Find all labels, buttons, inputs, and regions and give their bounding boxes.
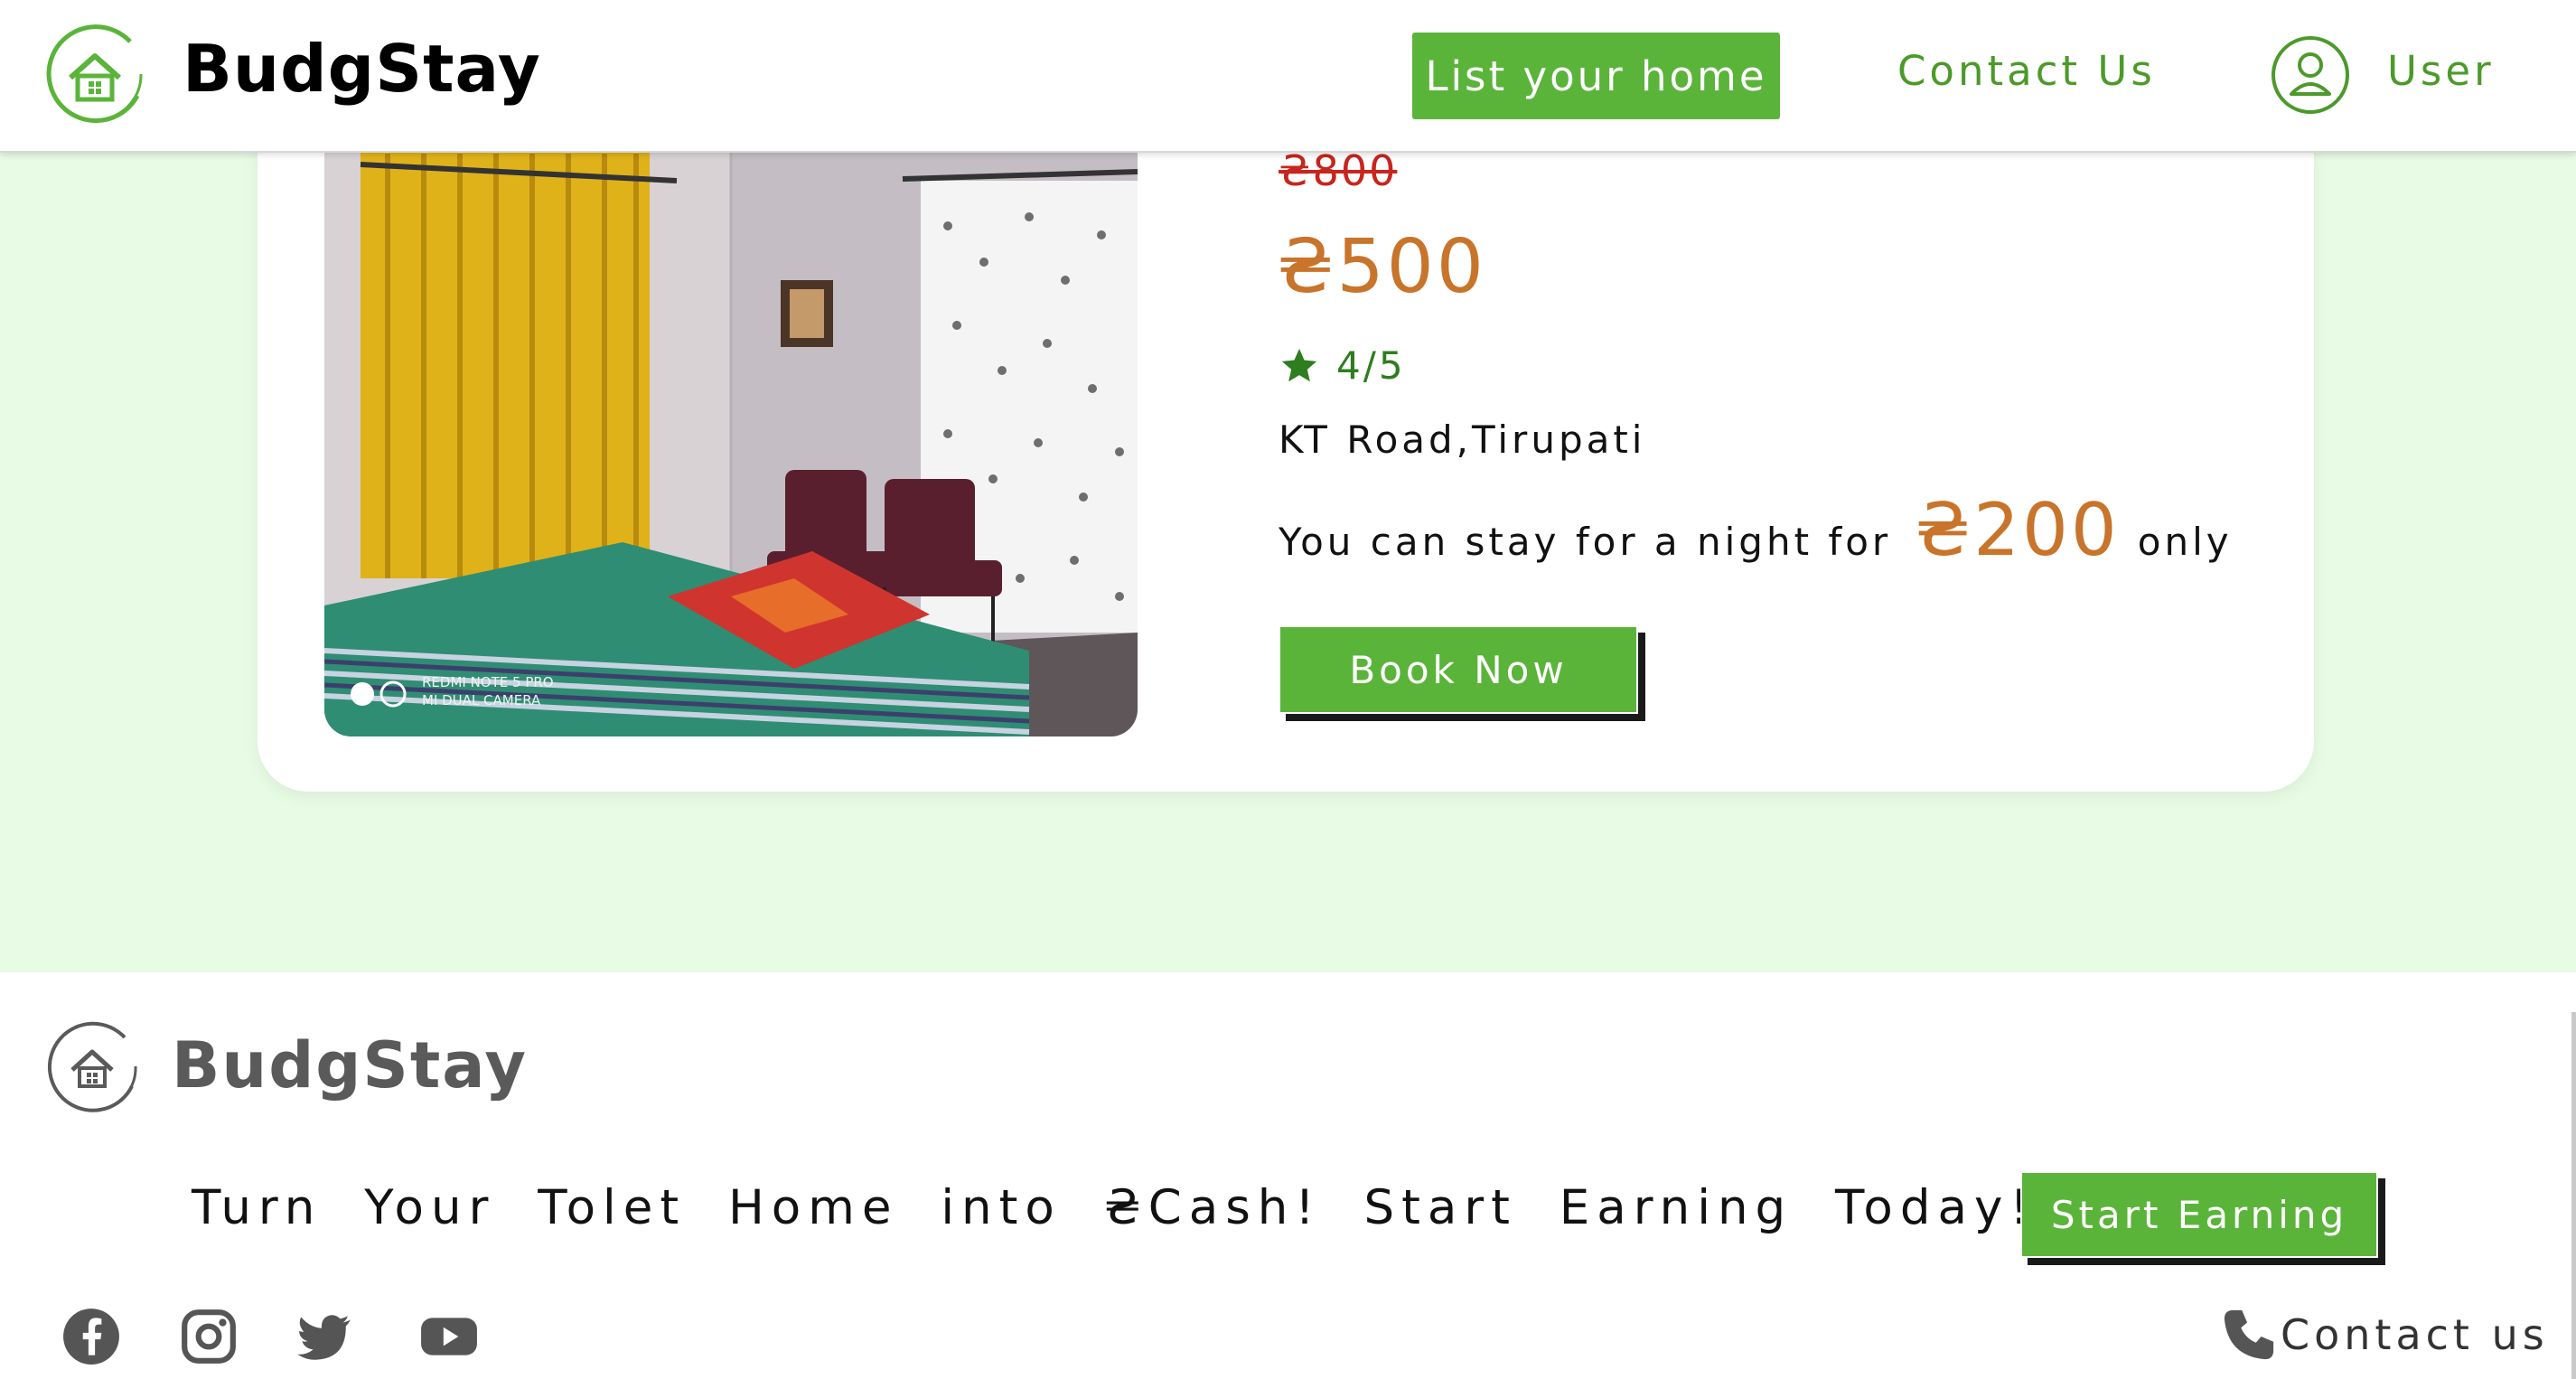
user-menu-link[interactable]: User — [2387, 47, 2495, 95]
brand-name[interactable]: BudgStay — [183, 31, 541, 107]
footer-contact-label: Contact us — [2281, 1310, 2549, 1359]
room-photo-carousel[interactable]: REDMI NOTE 5 PRO MI DUAL CAMERA — [324, 145, 1138, 736]
night-offer-suffix: only — [2137, 520, 2233, 564]
footer-tagline: Turn Your Tolet Home into ₴Cash! Start E… — [192, 1180, 2037, 1235]
facebook-icon[interactable] — [61, 1307, 121, 1366]
photo-watermark-line2: MI DUAL CAMERA — [422, 692, 541, 708]
footer-contact[interactable]: Contact us — [2221, 1307, 2549, 1363]
phone-icon — [2224, 1309, 2274, 1360]
listing-location: KT Road,Tirupati — [1279, 417, 1646, 462]
book-now-button[interactable]: Book Now — [1279, 625, 1638, 714]
original-price: ₴800 — [1279, 146, 1398, 195]
night-offer-text: You can stay for a night for — [1279, 520, 1892, 564]
night-offer-price: ₴200 — [1915, 488, 2120, 572]
contact-us-link[interactable]: Contact Us — [1897, 47, 2156, 95]
house-logo-icon[interactable] — [40, 22, 150, 128]
instagram-icon[interactable] — [179, 1307, 239, 1366]
twitter-icon[interactable] — [295, 1307, 354, 1366]
listing-card: REDMI NOTE 5 PRO MI DUAL CAMERA ₴800 ₴50… — [258, 90, 2314, 792]
start-earning-button[interactable]: Start Earning — [2020, 1171, 2378, 1258]
discounted-price: ₴500 — [1277, 224, 1486, 310]
youtube-icon[interactable] — [419, 1307, 479, 1366]
star-icon — [1281, 348, 1317, 381]
house-logo-icon[interactable] — [42, 1018, 141, 1117]
top-navbar: BudgStay List your home Contact Us User — [0, 0, 2576, 153]
scrollbar[interactable] — [2571, 1012, 2576, 1379]
night-offer: You can stay for a night for ₴200 only — [1279, 488, 2233, 572]
rating: 4/5 — [1279, 343, 1406, 388]
room-photo: REDMI NOTE 5 PRO MI DUAL CAMERA — [324, 145, 1138, 736]
footer-brand-name[interactable]: BudgStay — [172, 1028, 528, 1102]
page: BudgStay List your home Contact Us User — [0, 0, 2576, 1379]
rating-value: 4/5 — [1336, 343, 1406, 388]
list-your-home-button[interactable]: List your home — [1412, 33, 1780, 119]
carousel-dot-active[interactable] — [351, 682, 374, 706]
photo-watermark-line1: REDMI NOTE 5 PRO — [422, 674, 554, 690]
footer: BudgStay Turn Your Tolet Home into ₴Cash… — [0, 972, 2576, 1379]
user-icon[interactable] — [2270, 34, 2351, 116]
